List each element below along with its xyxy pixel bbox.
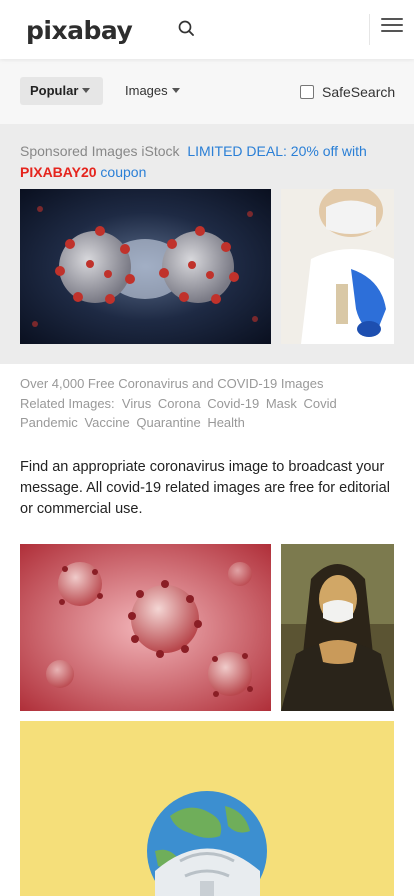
filter-bar: Popular Images SafeSearch — [0, 59, 414, 124]
safesearch-toggle[interactable]: SafeSearch — [300, 84, 395, 100]
related-tag[interactable]: Pandemic — [20, 415, 78, 430]
page-description: Find an appropriate coronavirus image to… — [20, 459, 390, 517]
results-info: Over 4,000 Free Coronavirus and COVID-19… — [20, 374, 400, 433]
related-tag[interactable]: Covid — [304, 396, 337, 411]
related-tag[interactable]: Health — [207, 415, 245, 430]
result-image-coronavirus[interactable] — [20, 544, 271, 711]
coupon-code[interactable]: PIXABAY20 — [20, 164, 97, 180]
sponsored-image-virus[interactable] — [20, 189, 271, 344]
related-images-list: Related Images: Virus Corona Covid-19 Ma… — [20, 394, 400, 433]
sort-label: Popular — [30, 83, 79, 98]
result-image-mona-lisa-mask[interactable] — [281, 544, 394, 711]
related-tag[interactable]: Mask — [266, 396, 297, 411]
search-icon[interactable] — [176, 18, 198, 40]
pixabay-logo[interactable]: pixabay — [26, 16, 133, 45]
safesearch-label: SafeSearch — [322, 84, 396, 100]
related-tag[interactable]: Corona — [158, 396, 201, 411]
chevron-down-icon — [171, 88, 180, 93]
result-image-globe-mask[interactable] — [20, 721, 394, 896]
deal-link[interactable]: LIMITED DEAL: 20% off with — [187, 143, 366, 159]
sponsored-image-doctor[interactable] — [281, 189, 394, 344]
sponsored-section: Sponsored Images iStock LIMITED DEAL: 20… — [0, 124, 414, 364]
top-header: pixabay — [0, 0, 414, 59]
safesearch-checkbox[interactable] — [300, 85, 314, 99]
sponsored-prefix: Sponsored Images iStock — [20, 143, 180, 159]
sponsored-banner-text: Sponsored Images iStock LIMITED DEAL: 20… — [20, 141, 400, 183]
related-tag[interactable]: Quarantine — [136, 415, 200, 430]
related-tag[interactable]: Vaccine — [84, 415, 129, 430]
menu-divider — [369, 14, 370, 45]
sort-dropdown[interactable]: Popular — [20, 77, 103, 105]
coupon-link[interactable]: coupon — [100, 164, 146, 180]
results-count: Over 4,000 Free Coronavirus and COVID-19… — [20, 376, 324, 391]
hamburger-menu-icon[interactable] — [381, 18, 403, 38]
related-tag[interactable]: Covid-19 — [207, 396, 259, 411]
chevron-down-icon — [82, 88, 91, 93]
media-type-label: Images — [125, 83, 168, 98]
media-type-dropdown[interactable]: Images — [115, 77, 195, 105]
related-tag[interactable]: Virus — [122, 396, 151, 411]
related-label: Related Images: — [20, 395, 115, 411]
